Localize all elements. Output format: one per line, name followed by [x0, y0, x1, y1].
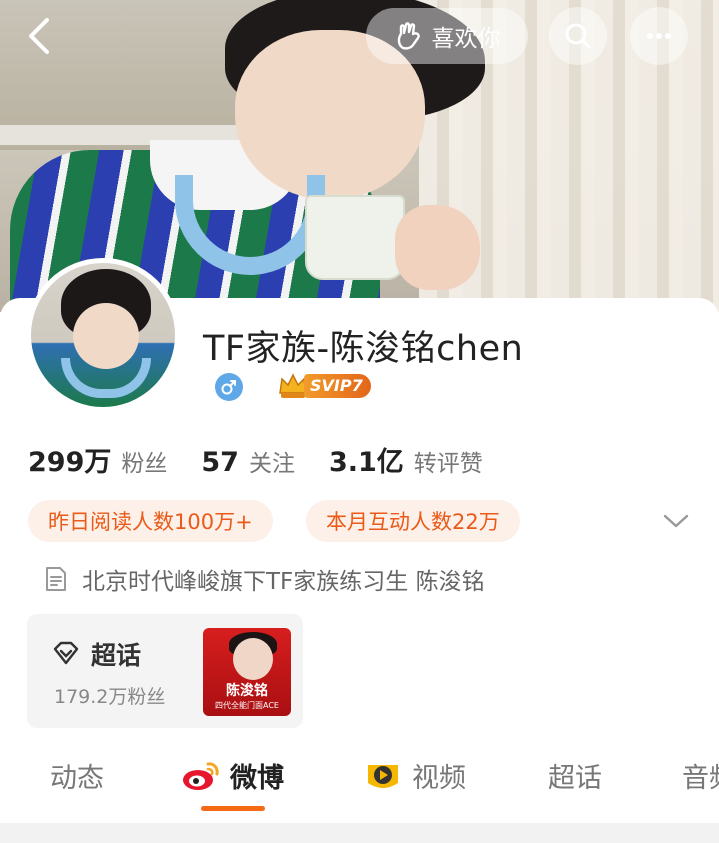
supertopic-card[interactable]: 超话 179.2万粉丝 陈浚铭 四代全能门面ACE: [27, 614, 303, 728]
avatar[interactable]: [26, 258, 180, 412]
svip-badge[interactable]: SVIP7: [276, 369, 374, 403]
stat-following-count: 57: [201, 447, 239, 478]
weibo-icon: [183, 761, 219, 790]
like-hand-icon: [397, 22, 420, 50]
supertopic-fans: 179.2万粉丝: [54, 686, 166, 708]
supertopic-title: 超话: [91, 641, 142, 670]
diamond-icon: [53, 641, 79, 665]
back-button[interactable]: [18, 14, 62, 58]
supertopic-cover[interactable]: 陈浚铭 四代全能门面ACE: [203, 628, 291, 716]
supertopic-cover-subtitle: 四代全能门面ACE: [215, 701, 279, 710]
video-icon: [368, 764, 398, 788]
more-dots-icon: [647, 33, 671, 39]
username: TF家族-陈浚铭chen: [203, 329, 524, 369]
like-label: 喜欢你: [431, 26, 501, 52]
tab-video-label: 视频: [412, 763, 466, 794]
tab-audio[interactable]: 音频: [682, 756, 719, 795]
svip-label: SVIP7: [304, 374, 371, 398]
tab-dynamics[interactable]: 动态: [50, 756, 104, 795]
document-icon: [46, 567, 66, 591]
tab-supertopic-label: 超话: [548, 763, 602, 794]
stat-interactions-label: 转评赞: [413, 451, 483, 477]
chevron-down-icon[interactable]: [660, 505, 692, 537]
stat-fans[interactable]: 299万 粉丝: [28, 440, 167, 479]
stat-interactions-count: 3.1亿: [328, 447, 404, 478]
stat-fans-count: 299万: [28, 447, 112, 478]
tab-dynamics-label: 动态: [50, 763, 104, 794]
stat-fans-label: 粉丝: [121, 451, 168, 477]
monthly-interactions-pill[interactable]: 本月互动人数22万: [306, 500, 520, 542]
content-divider: [0, 823, 719, 843]
search-button[interactable]: [549, 7, 607, 65]
tab-supertopic[interactable]: 超话: [548, 756, 602, 795]
tab-audio-label: 音频: [682, 763, 719, 794]
tab-video[interactable]: 视频: [362, 756, 466, 795]
yesterday-reads-pill[interactable]: 昨日阅读人数100万+: [28, 500, 273, 542]
bio-text: 北京时代峰峻旗下TF家族练习生 陈浚铭: [82, 569, 485, 595]
stat-following-label: 关注: [248, 451, 295, 477]
active-tab-indicator: [201, 806, 265, 811]
search-icon: [565, 23, 591, 49]
tab-weibo[interactable]: 微博: [180, 756, 284, 795]
back-arrow-icon: [29, 18, 49, 54]
like-button[interactable]: 喜欢你: [366, 8, 528, 64]
stat-following[interactable]: 57 关注: [201, 444, 295, 478]
profile-tabs: 动态 微博 视频 超话 音频: [0, 750, 719, 811]
more-button[interactable]: [630, 7, 688, 65]
tab-weibo-label: 微博: [230, 763, 284, 794]
supertopic-cover-name: 陈浚铭: [226, 683, 268, 699]
stat-interactions[interactable]: 3.1亿 转评赞: [329, 440, 483, 479]
male-gender-icon: [215, 373, 243, 401]
stats-row: 299万 粉丝 57 关注 3.1亿 转评赞: [28, 440, 517, 479]
bio: 北京时代峰峻旗下TF家族练习生 陈浚铭: [44, 562, 485, 596]
